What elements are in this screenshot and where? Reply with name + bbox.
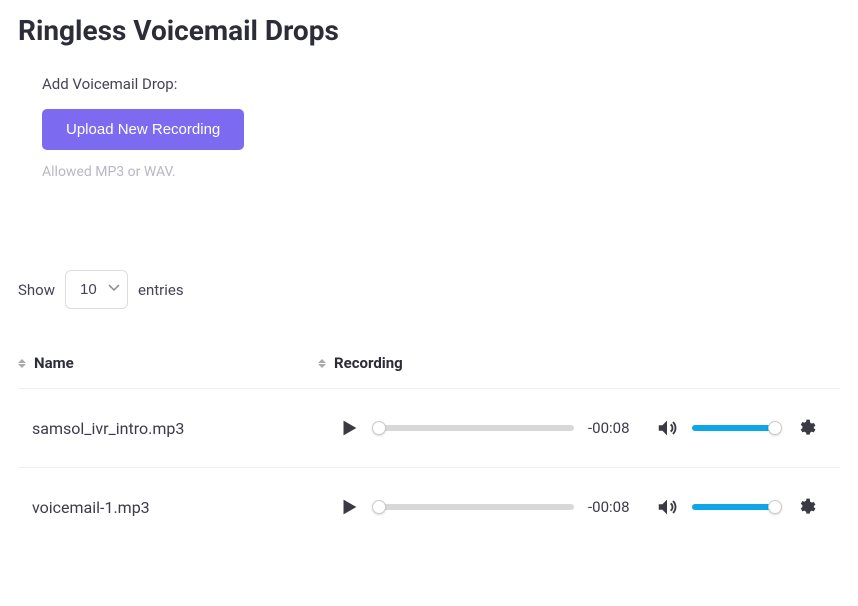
column-header-name[interactable]: Name <box>18 354 318 372</box>
audio-player: -00:08 <box>338 496 840 518</box>
upload-format-hint: Allowed MP3 or WAV. <box>42 164 840 180</box>
volume-slider[interactable] <box>692 504 778 510</box>
play-button[interactable] <box>338 417 360 439</box>
time-remaining: -00:08 <box>588 419 642 437</box>
play-button[interactable] <box>338 496 360 518</box>
volume-icon[interactable] <box>656 496 678 518</box>
audio-player: -00:08 <box>338 417 840 439</box>
settings-button[interactable] <box>796 418 816 438</box>
volume-thumb[interactable] <box>768 500 782 514</box>
entries-count-select[interactable]: 10 <box>65 270 128 309</box>
entries-selector: Show 10 entries <box>18 270 840 309</box>
volume-slider[interactable] <box>692 425 778 431</box>
column-name-label: Name <box>34 354 74 372</box>
table-header: Name Recording <box>18 354 840 388</box>
sort-icon <box>318 359 326 368</box>
table-row: voicemail-1.mp3 -00:08 <box>18 467 840 546</box>
volume-icon[interactable] <box>656 417 678 439</box>
seek-thumb[interactable] <box>372 500 386 514</box>
volume-thumb[interactable] <box>768 421 782 435</box>
table-row: samsol_ivr_intro.mp3 -00:08 <box>18 388 840 467</box>
entries-label: entries <box>138 281 184 299</box>
column-header-recording[interactable]: Recording <box>318 354 403 372</box>
page-title: Ringless Voicemail Drops <box>18 14 840 47</box>
add-voicemail-label: Add Voicemail Drop: <box>42 75 840 93</box>
show-label: Show <box>18 281 55 299</box>
seek-slider[interactable] <box>374 504 574 510</box>
seek-slider[interactable] <box>374 425 574 431</box>
sort-icon <box>18 359 26 368</box>
upload-section: Add Voicemail Drop: Upload New Recording… <box>18 75 840 180</box>
seek-thumb[interactable] <box>372 421 386 435</box>
upload-new-recording-button[interactable]: Upload New Recording <box>42 109 244 150</box>
file-name: voicemail-1.mp3 <box>18 498 338 517</box>
file-name: samsol_ivr_intro.mp3 <box>18 419 338 438</box>
settings-button[interactable] <box>796 497 816 517</box>
time-remaining: -00:08 <box>588 498 642 516</box>
column-recording-label: Recording <box>334 354 403 372</box>
